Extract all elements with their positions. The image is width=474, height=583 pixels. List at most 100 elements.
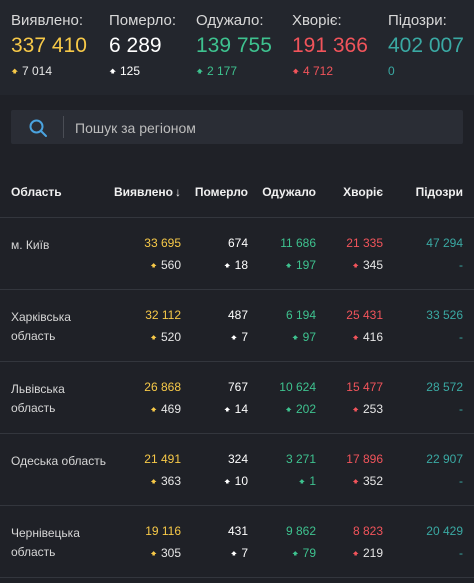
arrow-up-icon: 🠹 [150, 404, 157, 416]
search-input[interactable] [73, 110, 457, 146]
summary-confirmed-label: Виявлено: [11, 12, 84, 29]
arrow-up-icon: 🠹 [11, 64, 19, 78]
cell-confirmed: 19 116 🠹 305 [111, 524, 181, 564]
arrow-up-icon: 🠹 [150, 476, 157, 488]
sick-value: 8 823 [352, 524, 383, 538]
suspected-value: 22 907 [426, 452, 463, 466]
arrow-up-icon: 🠹 [150, 548, 157, 560]
table-row[interactable]: Львівська область 26 868 🠹 469 767 🠹 14 10 624 🠹… [0, 362, 474, 434]
summary-suspected-delta: 0 [388, 64, 464, 78]
cell-suspected: 20 429 - [393, 524, 463, 564]
recovered-delta: 🠹 197 [285, 258, 316, 273]
sick-delta-value: 219 [362, 546, 383, 560]
recovered-value: 10 624 [279, 380, 316, 394]
column-header-region[interactable]: Область [11, 185, 62, 199]
sick-delta: 🠹 253 [352, 402, 383, 417]
recovered-value: 9 862 [285, 524, 316, 538]
suspected-delta-value: - [459, 402, 463, 416]
cell-deaths: 487 🠹 7 [178, 308, 248, 348]
suspected-value: 47 294 [426, 236, 463, 250]
summary-recovered-label: Одужало: [196, 12, 264, 29]
arrow-up-icon: 🠹 [298, 476, 306, 488]
table-row[interactable]: Чернівецька область 19 116 🠹 305 431 🠹 7 9 862 🠹… [0, 506, 474, 578]
summary-sick-delta-value: 4 712 [303, 64, 334, 78]
confirmed-delta: 🠹 560 [150, 258, 181, 273]
column-header-confirmed-label: Виявлено [114, 185, 173, 199]
search-box[interactable] [11, 110, 463, 146]
summary-confirmed-delta-value: 7 014 [22, 64, 53, 78]
suspected-value: 28 572 [426, 380, 463, 394]
cell-confirmed: 26 868 🠹 469 [111, 380, 181, 420]
column-header-suspected[interactable]: Підозри [416, 185, 463, 199]
column-header-confirmed[interactable]: Виявлено ↓ [114, 185, 181, 199]
cell-confirmed: 21 491 🠹 363 [111, 452, 181, 492]
search-divider [63, 116, 64, 138]
arrow-up-icon: 🠹 [352, 476, 359, 488]
search-icon[interactable] [28, 118, 48, 138]
search-section [0, 95, 474, 165]
confirmed-value: 33 695 [144, 236, 181, 250]
recovered-value: 3 271 [285, 452, 316, 466]
region-name: Чернівецька область [11, 526, 80, 559]
cell-deaths: 324 🠹 10 [178, 452, 248, 492]
recovered-value: 11 686 [280, 236, 316, 250]
suspected-delta: - [459, 258, 463, 272]
suspected-delta: - [459, 474, 463, 488]
cell-suspected: 22 907 - [393, 452, 463, 492]
cell-suspected: 28 572 - [393, 380, 463, 420]
sick-delta: 🠹 345 [352, 258, 383, 273]
summary-suspected-value: 402 007 [388, 34, 464, 57]
arrow-up-icon: 🠹 [352, 260, 359, 272]
table-row[interactable]: Одеська область 21 491 🠹 363 324 🠹 10 3 271 🠹 1 17… [0, 434, 474, 506]
suspected-delta: - [459, 330, 463, 344]
arrow-up-icon: 🠹 [291, 548, 299, 560]
cell-sick: 17 896 🠹 352 [313, 452, 383, 492]
sick-value: 21 335 [346, 236, 383, 250]
confirmed-delta: 🠹 305 [150, 546, 181, 561]
sick-value: 17 896 [346, 452, 383, 466]
confirmed-delta: 🠹 520 [150, 330, 181, 345]
summary-deaths-label: Померло: [109, 12, 177, 29]
deaths-value: 674 [227, 236, 248, 250]
arrow-up-icon: 🠹 [292, 64, 300, 78]
recovered-delta: 🠹 202 [285, 402, 316, 417]
arrow-up-icon: 🠹 [150, 260, 157, 272]
suspected-delta: - [459, 546, 463, 560]
summary-sick-value: 191 366 [292, 34, 368, 57]
arrow-up-icon: 🠹 [352, 548, 359, 560]
table-row[interactable]: м. Київ 33 695 🠹 560 674 🠹 18 11 686 🠹 197 21 335 🠹… [0, 218, 474, 290]
table-row[interactable]: Харківська область 32 112 🠹 520 487 🠹 7 6 194 🠹 9… [0, 290, 474, 362]
cell-deaths: 767 🠹 14 [178, 380, 248, 420]
sick-delta-value: 416 [362, 330, 383, 344]
suspected-delta-value: - [459, 258, 463, 272]
cell-recovered: 3 271 🠹 1 [246, 452, 316, 492]
summary-sick: Хворіє: 191 366 🠹 4 712 [292, 12, 368, 78]
arrow-up-icon: 🠹 [230, 332, 238, 344]
summary-sick-delta: 🠹 4 712 [292, 64, 368, 78]
arrow-up-icon: 🠹 [196, 64, 204, 78]
deaths-value: 487 [227, 308, 248, 322]
summary-recovered-delta: 🠹 2 177 [196, 64, 272, 78]
recovered-value: 6 194 [285, 308, 316, 322]
region-name: Харківська область [11, 310, 71, 343]
cell-sick: 25 431 🠹 416 [313, 308, 383, 348]
sick-delta: 🠹 219 [352, 546, 383, 561]
cell-recovered: 11 686 🠹 197 [246, 236, 316, 276]
confirmed-delta: 🠹 363 [150, 474, 181, 489]
summary-recovered-value: 139 755 [196, 34, 272, 57]
sick-delta-value: 345 [362, 258, 383, 272]
column-header-sick[interactable]: Хворіє [343, 185, 383, 199]
arrow-up-icon: 🠹 [223, 476, 231, 488]
sick-delta-value: 352 [362, 474, 383, 488]
suspected-delta-value: - [459, 474, 463, 488]
deaths-delta: 🠹 18 [224, 258, 248, 273]
summary-deaths-delta-value: 125 [120, 64, 141, 78]
cell-suspected: 33 526 - [393, 308, 463, 348]
region-name: Львівська область [11, 382, 65, 415]
column-header-deaths[interactable]: Померло [195, 185, 248, 199]
suspected-delta: - [459, 402, 463, 416]
confirmed-value: 21 491 [144, 452, 181, 466]
cell-deaths: 431 🠹 7 [178, 524, 248, 564]
column-header-recovered[interactable]: Одужало [262, 185, 316, 199]
arrow-up-icon: 🠹 [223, 260, 231, 272]
